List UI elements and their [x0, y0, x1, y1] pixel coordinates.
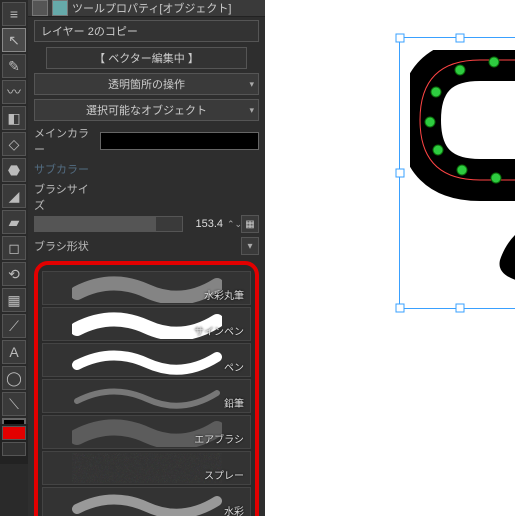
tool-property-panel: ≡ ↖ ✎ 〰 ◧ ◇ ⬣ ◢ ▰ ◻ ⟲ ▦ ⟋ A ◯ ⟍ ツールプロパティ… [0, 0, 265, 516]
tool-arrow-icon[interactable]: ↖ [2, 28, 26, 52]
tool-pen-icon[interactable]: ✎ [2, 54, 26, 78]
handle-icon[interactable] [396, 169, 405, 178]
layer-name-text: レイヤー 2のコピー [41, 23, 138, 39]
tool-balloon-icon[interactable]: ◯ [2, 366, 26, 390]
chevron-down-icon[interactable]: ▾ [241, 237, 259, 255]
canvas-area[interactable] [280, 0, 515, 516]
main-color-label: メインカラー [34, 125, 94, 157]
tool-gradient-icon[interactable]: ▰ [2, 210, 26, 234]
tool-blend-icon[interactable]: ⬣ [2, 158, 26, 182]
panel-title: ツールプロパティ[オブジェクト] [72, 0, 231, 16]
vector-node-icon[interactable] [489, 57, 500, 68]
dropdown-selectable-objects[interactable]: 選択可能なオブジェクト ▾ [34, 99, 259, 121]
tool-brush-icon[interactable]: 〰 [2, 80, 26, 104]
brush-preset[interactable]: 水彩 [42, 487, 251, 516]
panel-header: ツールプロパティ[オブジェクト] [28, 0, 265, 17]
brush-shape-label: ブラシ形状 [34, 238, 94, 254]
tool-menu-icon[interactable]: ≡ [2, 2, 26, 26]
brush-preset[interactable]: 鉛筆 [42, 379, 251, 413]
vector-node-icon[interactable] [457, 165, 468, 176]
property-column: ツールプロパティ[オブジェクト] レイヤー 2のコピー 【 ベクター編集中 】 … [28, 0, 265, 516]
options-button[interactable]: ▦ [241, 215, 259, 233]
vector-node-icon[interactable] [425, 117, 436, 128]
strip-swatch-icon[interactable] [2, 442, 26, 456]
dropdown-transparent-ops[interactable]: 透明箇所の操作 ▾ [34, 73, 259, 95]
brush-shape-list: 水彩丸筆 サインペン ペン 鉛筆 エアブラシ スプレー [34, 261, 259, 516]
handle-icon[interactable] [396, 34, 405, 43]
handle-icon[interactable] [396, 304, 405, 313]
vector-node-icon[interactable] [431, 87, 442, 98]
brush-size-label: ブラシサイズ [34, 181, 94, 213]
chevron-down-icon: ▾ [249, 105, 254, 116]
tool-lasso-icon[interactable]: ⟲ [2, 262, 26, 286]
tool-ruler-icon[interactable]: ⟋ [2, 314, 26, 338]
brush-preset[interactable]: ペン [42, 343, 251, 377]
chevron-down-icon: ▾ [249, 79, 254, 90]
tool-eraser-icon[interactable]: ◧ [2, 106, 26, 130]
layer-name-field[interactable]: レイヤー 2のコピー [34, 20, 259, 42]
tool-text-icon[interactable]: A [2, 340, 26, 364]
palette-strip [0, 424, 28, 464]
tool-icon [52, 0, 68, 16]
tool-diamond-icon[interactable]: ◇ [2, 132, 26, 156]
brush-size-value: 153.4 [187, 218, 223, 230]
tool-line2-icon[interactable]: ⟍ [2, 392, 26, 416]
sub-color-label: サブカラー [34, 161, 94, 177]
stepper-icon[interactable]: ⌃⌄ [227, 219, 237, 230]
tool-frame-icon[interactable]: ▦ [2, 288, 26, 312]
menu-icon[interactable] [32, 0, 48, 16]
brush-preset[interactable]: エアブラシ [42, 415, 251, 449]
main-color-swatch[interactable] [100, 132, 259, 150]
brush-preset[interactable]: スプレー [42, 451, 251, 485]
editing-status: 【 ベクター編集中 】 [46, 47, 247, 69]
strip-swatch-icon[interactable] [2, 426, 26, 440]
vector-node-icon[interactable] [491, 173, 502, 184]
brush-preset[interactable]: サインペン [42, 307, 251, 341]
vector-node-icon[interactable] [433, 145, 444, 156]
tool-fill-icon[interactable]: ◢ [2, 184, 26, 208]
tool-shape-icon[interactable]: ◻ [2, 236, 26, 260]
handle-icon[interactable] [456, 34, 465, 43]
brush-size-slider[interactable] [34, 216, 183, 232]
handle-icon[interactable] [456, 304, 465, 313]
brush-preset[interactable]: 水彩丸筆 [42, 271, 251, 305]
vector-node-icon[interactable] [455, 65, 466, 76]
